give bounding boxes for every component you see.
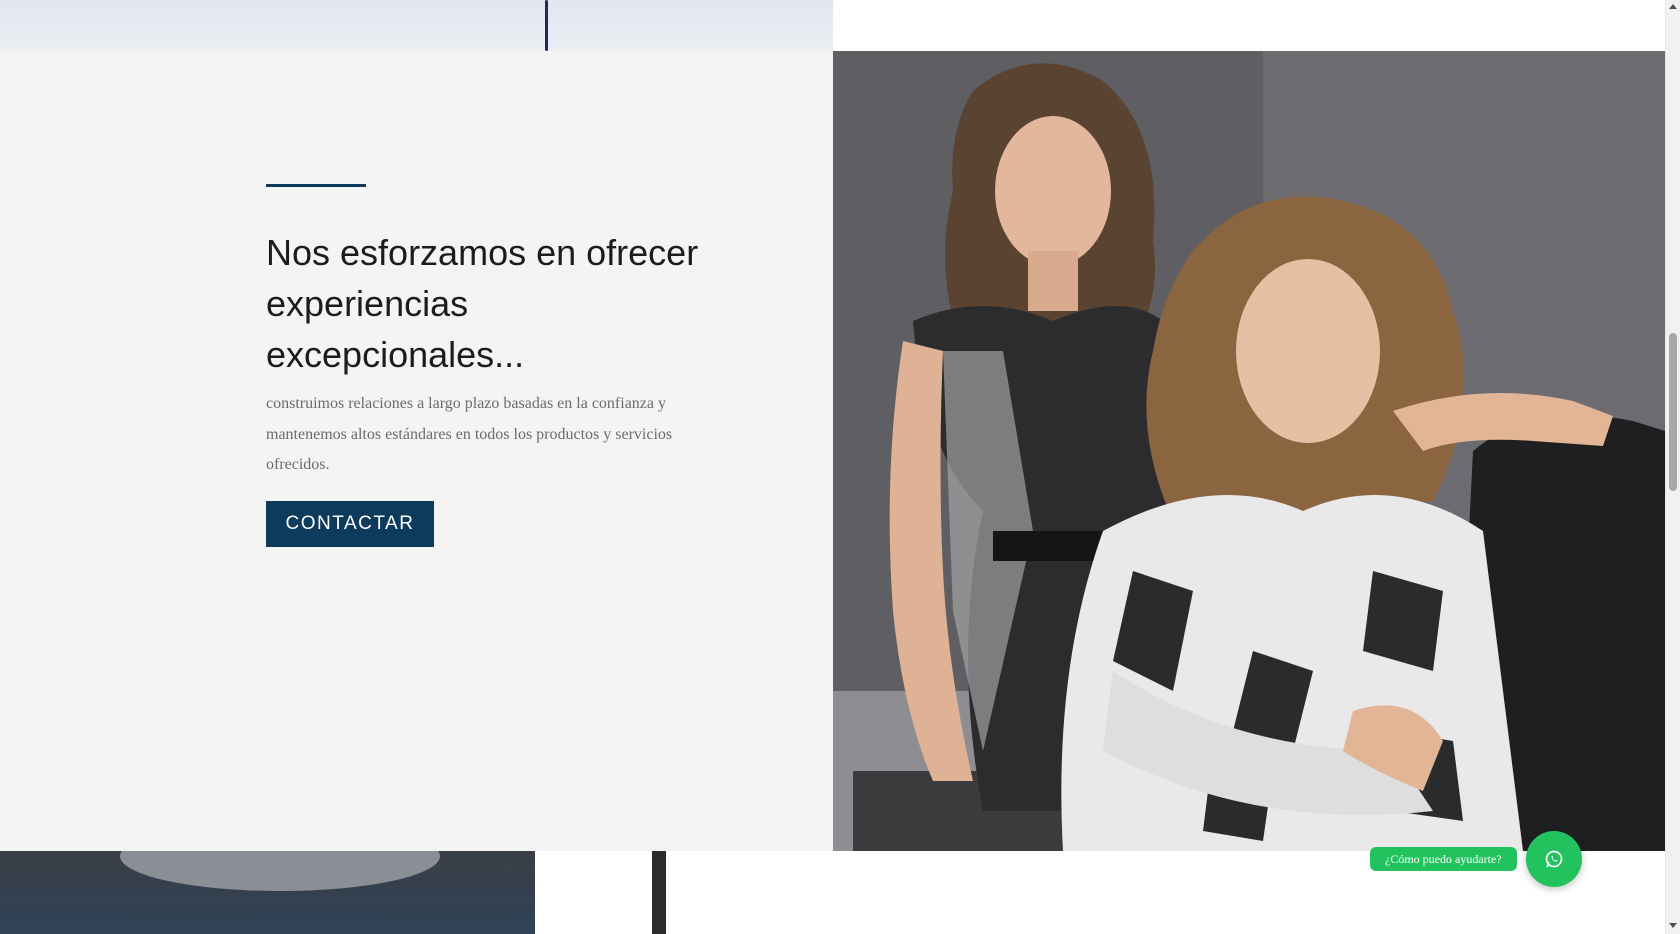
whatsapp-icon bbox=[1545, 850, 1563, 868]
section-description: construimos relaciones a largo plazo bas… bbox=[266, 395, 673, 473]
intro-section: Nos esforzamos en ofrecer experiencias e… bbox=[0, 51, 833, 851]
contact-button[interactable]: CONTACTAR bbox=[266, 501, 434, 547]
previous-section-image bbox=[0, 0, 833, 51]
previous-section-blank bbox=[833, 0, 1665, 51]
team-photo-illustration bbox=[833, 51, 1665, 851]
section-headline: Nos esforzamos en ofrecer experiencias e… bbox=[266, 232, 699, 375]
team-photo bbox=[833, 51, 1665, 851]
whatsapp-tooltip[interactable]: ¿Cómo puedo ayudarte? bbox=[1370, 847, 1517, 871]
next-section-image bbox=[0, 851, 833, 934]
page-scrollbar[interactable] bbox=[1665, 0, 1680, 934]
scroll-up-arrow-icon[interactable] bbox=[1669, 4, 1677, 9]
scrollbar-thumb[interactable] bbox=[1669, 333, 1677, 491]
page: Nos esforzamos en ofrecer experiencias e… bbox=[0, 0, 1680, 934]
whatsapp-chat-button[interactable] bbox=[1526, 831, 1582, 887]
scroll-down-arrow-icon[interactable] bbox=[1669, 923, 1677, 928]
accent-divider bbox=[266, 184, 366, 187]
